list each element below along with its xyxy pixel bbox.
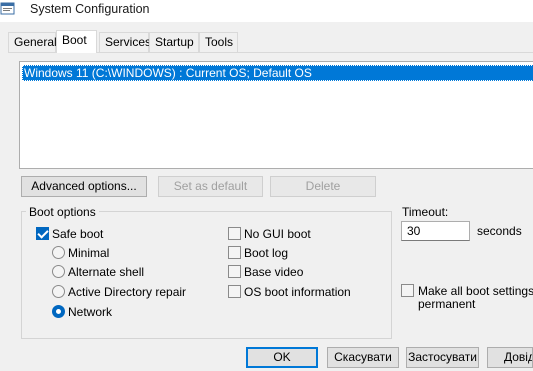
base-video-label[interactable]: Base video xyxy=(244,265,303,279)
boot-log-checkbox[interactable] xyxy=(228,246,241,259)
set-as-default-button[interactable]: Set as default xyxy=(158,176,263,197)
apply-button[interactable]: Застосувати xyxy=(406,347,479,368)
delete-button[interactable]: Delete xyxy=(270,176,376,197)
base-video-checkbox[interactable] xyxy=(228,265,241,278)
os-boot-information-checkbox[interactable] xyxy=(228,285,241,298)
timeout-label: Timeout: xyxy=(402,205,449,219)
cancel-button[interactable]: Скасувати xyxy=(327,347,399,368)
title-bar: System Configuration xyxy=(0,0,533,22)
boot-log-label[interactable]: Boot log xyxy=(244,246,288,260)
network-radio[interactable] xyxy=(52,305,65,318)
os-list[interactable]: Windows 11 (C:\WINDOWS) : Current OS; De… xyxy=(19,61,533,169)
tab-services[interactable]: Services xyxy=(99,32,151,52)
alternate-shell-label[interactable]: Alternate shell xyxy=(68,265,144,279)
tab-startup[interactable]: Startup xyxy=(149,32,199,52)
timeout-input[interactable]: 30 xyxy=(401,221,470,241)
tab-general[interactable]: General xyxy=(8,32,57,52)
tab-tools[interactable]: Tools xyxy=(199,32,238,52)
advanced-options-button[interactable]: Advanced options... xyxy=(21,176,147,197)
os-list-item[interactable]: Windows 11 (C:\WINDOWS) : Current OS; De… xyxy=(22,65,533,81)
safe-boot-checkbox[interactable] xyxy=(36,227,49,240)
tab-strip: General Boot Services Startup Tools xyxy=(0,30,533,53)
make-permanent-checkbox[interactable] xyxy=(401,284,414,297)
tab-boot[interactable]: Boot xyxy=(56,30,97,53)
make-permanent-label-line1[interactable]: Make all boot settings xyxy=(418,284,533,298)
window-title: System Configuration xyxy=(30,2,150,16)
timeout-unit-label: seconds xyxy=(477,224,522,238)
no-gui-boot-checkbox[interactable] xyxy=(228,227,241,240)
network-label[interactable]: Network xyxy=(68,305,112,319)
active-directory-repair-label[interactable]: Active Directory repair xyxy=(68,285,186,299)
alternate-shell-radio[interactable] xyxy=(52,265,65,278)
minimal-label[interactable]: Minimal xyxy=(68,246,109,260)
minimal-radio[interactable] xyxy=(52,246,65,259)
safe-boot-label[interactable]: Safe boot xyxy=(52,227,103,241)
boot-options-label: Boot options xyxy=(26,205,99,219)
ok-button[interactable]: OK xyxy=(246,347,318,368)
active-directory-repair-radio[interactable] xyxy=(52,285,65,298)
no-gui-boot-label[interactable]: No GUI boot xyxy=(244,227,311,241)
msconfig-app-icon xyxy=(0,2,15,15)
os-boot-information-label[interactable]: OS boot information xyxy=(244,285,351,299)
make-permanent-label-line2[interactable]: permanent xyxy=(418,297,475,311)
help-button[interactable]: Довідка xyxy=(487,347,533,368)
